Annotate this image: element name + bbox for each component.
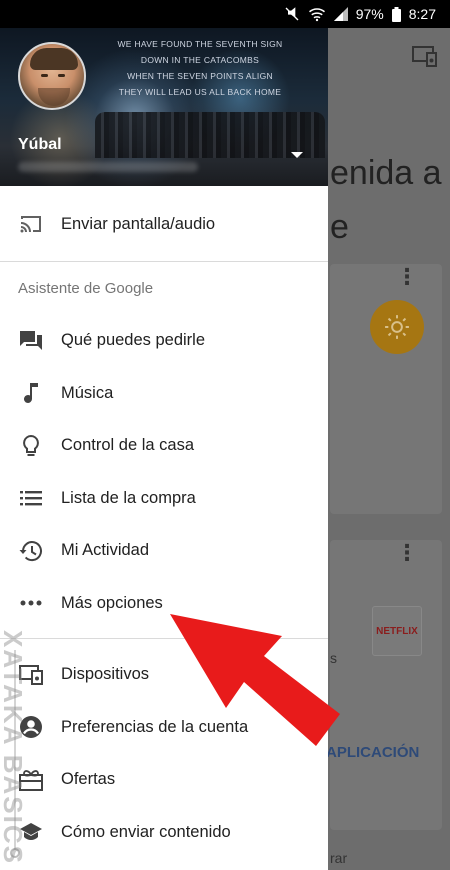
menu-item-more-options[interactable]: Más opciones (0, 577, 328, 630)
background-card: ⋮ (330, 540, 442, 830)
menu-item-label: Enviar pantalla/audio (61, 214, 216, 233)
wifi-icon (308, 8, 325, 22)
chat-icon (18, 328, 44, 354)
menu-item-label: Más opciones (61, 593, 163, 612)
menu-item-cast[interactable]: Enviar pantalla/audio (0, 198, 328, 251)
menu-item-label: Cómo enviar contenido (61, 822, 231, 841)
menu-item-my-activity[interactable]: Mi Actividad (0, 525, 328, 578)
cast-icon (18, 211, 44, 237)
mute-icon (285, 7, 299, 21)
gift-icon (18, 767, 44, 793)
battery-icon (391, 6, 401, 22)
menu-item-shopping-list[interactable]: Lista de la compra (0, 472, 328, 525)
drawer-header: WE HAVE FOUND THE SEVENTH SIGN DOWN IN T… (0, 28, 328, 186)
menu-item-account-preferences[interactable]: Preferencias de la cuenta (0, 701, 328, 754)
account-name: Yúbal (18, 136, 62, 153)
list-icon (18, 485, 44, 511)
menu-item-label: Preferencias de la cuenta (61, 717, 249, 736)
menu-item-what-to-ask[interactable]: Qué puedes pedirle (0, 315, 328, 368)
devices-icon (412, 46, 437, 67)
more-vert-icon: ⋮ (396, 540, 418, 565)
navigation-drawer: WE HAVE FOUND THE SEVENTH SIGN DOWN IN T… (0, 28, 328, 870)
menu-item-label: Dispositivos (61, 665, 150, 684)
music-note-icon (18, 380, 44, 406)
lyric-line: WE HAVE FOUND THE SEVENTH SIGN (117, 39, 283, 49)
background-text: s (330, 650, 337, 666)
menu-item-label: Mi Actividad (61, 541, 150, 560)
account-email-blurred (18, 162, 198, 172)
history-icon (18, 538, 44, 564)
app-link[interactable]: APLICACIÓN (326, 744, 419, 761)
lyric-line: THEY WILL LEAD US ALL BACK HOME (118, 87, 282, 97)
more-horiz-icon (18, 590, 44, 616)
signal-icon (333, 7, 348, 21)
account-dropdown-icon[interactable] (291, 152, 303, 158)
menu-item-offers[interactable]: Ofertas (0, 754, 328, 807)
netflix-logo: NETFLIX (372, 606, 422, 656)
devices-icon (18, 662, 44, 688)
background-footer-text: rar (330, 850, 348, 866)
school-icon (18, 819, 44, 845)
avatar[interactable] (18, 42, 86, 110)
menu-item-label: Ofertas (61, 770, 116, 789)
menu-item-music[interactable]: Música (0, 367, 328, 420)
sun-icon (370, 300, 424, 354)
menu-item-devices[interactable]: Dispositivos (0, 649, 328, 702)
lyric-line: DOWN IN THE CATACOMBS (140, 55, 260, 65)
more-vert-icon: ⋮ (396, 264, 418, 289)
menu-item-label: Qué puedes pedirle (61, 331, 206, 350)
battery-percent: 97% (355, 6, 384, 22)
menu-item-how-to-cast[interactable]: Cómo enviar contenido (0, 806, 328, 859)
menu-item-label: Música (61, 383, 114, 402)
menu-item-label: Lista de la compra (61, 488, 196, 507)
lyric-line: WHEN THE SEVEN POINTS ALIGN (127, 71, 273, 81)
clock: 8:27 (408, 6, 436, 22)
menu-item-label: Control de la casa (61, 436, 194, 455)
account-circle-icon (18, 714, 44, 740)
menu-item-home-control[interactable]: Control de la casa (0, 420, 328, 473)
welcome-text: enida ae (330, 154, 442, 246)
concert-lyrics: WE HAVE FOUND THE SEVENTH SIGN DOWN IN T… (72, 36, 328, 100)
section-title-assistant: Asistente de Google (18, 279, 154, 297)
status-bar: 97% 8:27 (0, 0, 450, 28)
lightbulb-icon (18, 433, 44, 459)
